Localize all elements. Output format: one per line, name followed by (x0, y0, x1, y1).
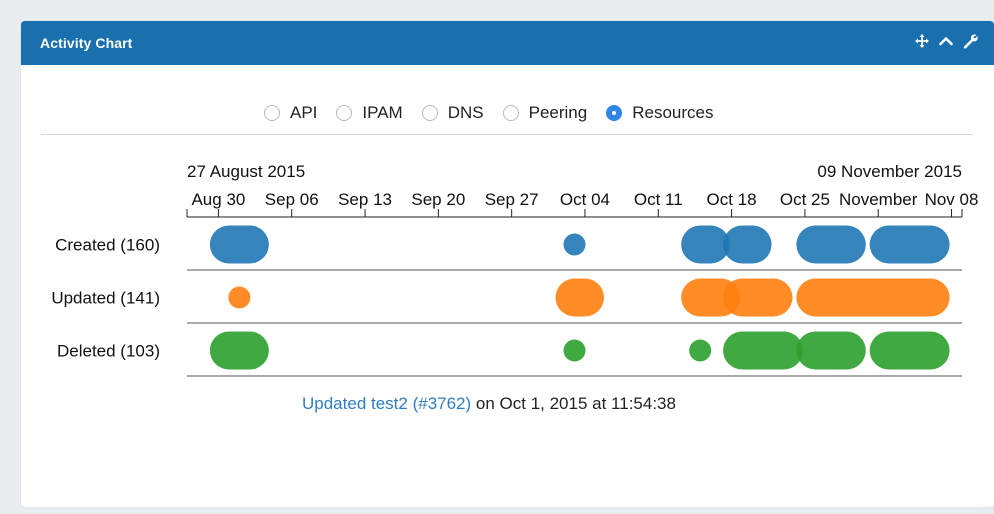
activity-timeline-chart: 27 August 2015 09 November 2015 Aug 30 Sep … (51, 162, 979, 377)
activity-blob (796, 278, 950, 317)
activity-blob (209, 331, 269, 370)
activity-blob (681, 225, 730, 264)
row-label: Updated (141) (51, 289, 160, 308)
activity-blob (723, 225, 772, 264)
activity-blob (228, 286, 251, 309)
activity-blob (869, 225, 950, 264)
activity-blob (723, 278, 793, 317)
x-tick-label: Oct 04 (560, 190, 610, 209)
x-tick-label: Sep 06 (265, 190, 319, 209)
x-tick-label: Oct 18 (707, 190, 757, 209)
x-tick-label: Sep 20 (411, 190, 465, 209)
activity-blob (563, 339, 586, 362)
x-tick-label: Nov 08 (925, 190, 979, 209)
status-line: Updated test2 (#3762) on Oct 1, 2015 at … (302, 394, 676, 414)
activity-blob (209, 225, 269, 264)
activity-blob (555, 278, 604, 317)
range-end-label: 09 November 2015 (817, 162, 962, 181)
activity-blob (796, 331, 866, 370)
activity-blob (796, 225, 866, 264)
x-tick-label: Oct 11 (634, 190, 683, 209)
x-tick-label: Sep 13 (338, 190, 392, 209)
row-label: Created (160) (55, 236, 160, 255)
activity-blob (689, 339, 712, 362)
x-tick-label: November (839, 190, 918, 209)
x-tick-label: Sep 27 (485, 190, 539, 209)
activity-chart-panel: Activity Chart API IPAM DNS Peering Resource… (21, 21, 994, 507)
activity-blob (563, 233, 586, 256)
status-suffix: on Oct 1, 2015 at 11:54:38 (471, 394, 676, 413)
updated-item-link[interactable]: Updated test2 (#3762) (302, 394, 471, 413)
activity-blob (723, 331, 803, 370)
activity-blob (869, 331, 950, 370)
range-start-label: 27 August 2015 (187, 162, 305, 181)
x-tick-label: Aug 30 (191, 190, 245, 209)
row-label: Deleted (103) (57, 342, 160, 361)
x-tick-label: Oct 25 (780, 190, 830, 209)
